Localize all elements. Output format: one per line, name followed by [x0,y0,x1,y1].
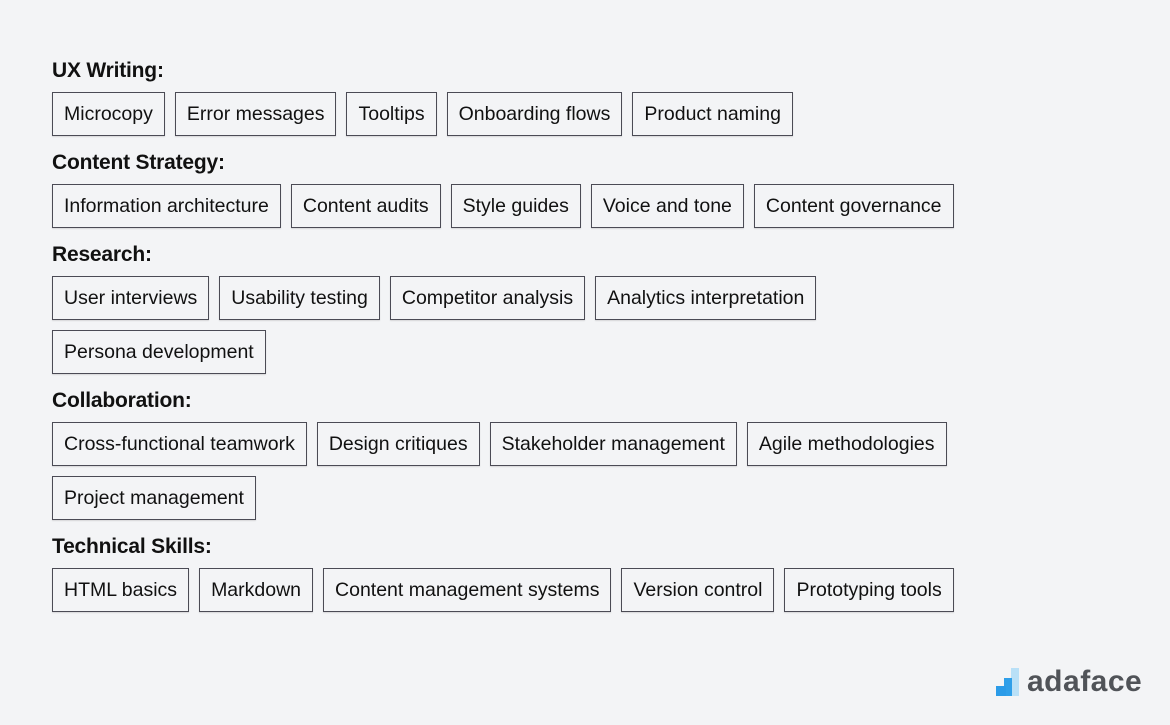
skill-chip[interactable]: Agile methodologies [746,422,947,466]
section-technical-skills: Technical Skills: HTML basics Markdown C… [52,534,1132,612]
skill-chip[interactable]: Stakeholder management [489,422,737,466]
section-research: Research: User interviews Usability test… [52,242,1132,374]
skill-chip[interactable]: Tooltips [346,92,437,136]
skill-chip[interactable]: Markdown [199,568,314,612]
skill-chips: Cross-functional teamwork Design critiqu… [52,422,1052,520]
section-title: Collaboration: [52,389,192,412]
skill-chips: Information architecture Content audits … [52,184,1132,228]
skill-chips: User interviews Usability testing Compet… [52,276,912,374]
skill-chip[interactable]: Content management systems [323,568,612,612]
skill-chip[interactable]: Voice and tone [590,184,744,228]
skill-chip[interactable]: HTML basics [52,568,190,612]
skill-chip[interactable]: Persona development [52,330,266,374]
skill-chip[interactable]: Style guides [450,184,581,228]
skill-chip[interactable]: Prototyping tools [784,568,954,612]
skill-chip[interactable]: Project management [52,476,256,520]
bar-chart-logo-icon [996,668,1020,696]
skill-chip[interactable]: Version control [621,568,775,612]
skill-chips: HTML basics Markdown Content management … [52,568,1132,612]
section-content-strategy: Content Strategy: Information architectu… [52,150,1132,228]
skill-chip[interactable]: Competitor analysis [389,276,586,320]
section-title: Research: [52,243,152,266]
skill-chip[interactable]: Content governance [753,184,954,228]
section-title: UX Writing: [52,59,164,82]
skill-chip[interactable]: Design critiques [316,422,480,466]
section-ux-writing: UX Writing: Microcopy Error messages Too… [52,58,1132,136]
skill-chip[interactable]: Microcopy [52,92,165,136]
skill-chip[interactable]: Usability testing [219,276,380,320]
skill-chip[interactable]: User interviews [52,276,210,320]
section-title: Content Strategy: [52,151,225,174]
skill-chip[interactable]: Cross-functional teamwork [52,422,307,466]
skills-list: UX Writing: Microcopy Error messages Too… [52,58,1132,626]
skill-chip[interactable]: Analytics interpretation [595,276,817,320]
skill-chips: Microcopy Error messages Tooltips Onboar… [52,92,1132,136]
skill-chip[interactable]: Product naming [632,92,793,136]
section-collaboration: Collaboration: Cross-functional teamwork… [52,388,1132,520]
skill-chip[interactable]: Onboarding flows [446,92,623,136]
brand-name: adaface [1027,665,1143,698]
skill-chip[interactable]: Error messages [174,92,337,136]
section-title: Technical Skills: [52,535,212,558]
skill-chip[interactable]: Content audits [290,184,441,228]
brand-logo: adaface [996,665,1143,698]
skill-chip[interactable]: Information architecture [52,184,281,228]
